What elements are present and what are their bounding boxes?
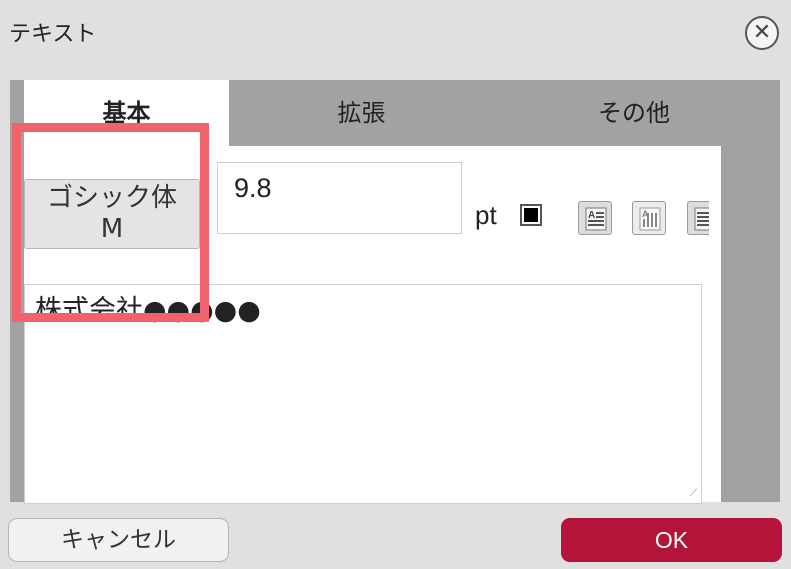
text-color-swatch[interactable] (520, 204, 542, 226)
align-text-icon[interactable] (687, 201, 709, 235)
font-weight-label: M (100, 214, 124, 244)
tab-content: ゴシック体 M 9.8 pt A A 株式会社●●●●● ⟋ (24, 146, 721, 504)
font-name-label: ゴシック体 (46, 183, 177, 213)
color-fill (524, 208, 538, 222)
font-select-button[interactable]: ゴシック体 M (24, 179, 200, 249)
dialog-title: テキスト (9, 22, 97, 47)
tab-panel: 基本 拡張 その他 ゴシック体 M 9.8 pt A A 株式会社●●●●● ⟋ (10, 80, 780, 504)
font-size-unit: pt (475, 200, 497, 230)
resize-handle-icon[interactable]: ⟋ (690, 489, 697, 499)
font-size-input[interactable]: 9.8 (217, 162, 462, 234)
text-content-textarea[interactable]: 株式会社●●●●● ⟋ (24, 284, 702, 504)
horizontal-text-icon[interactable]: A (578, 201, 612, 235)
close-icon[interactable]: ✕ (745, 16, 779, 50)
tab-basic[interactable]: 基本 (24, 80, 229, 146)
vertical-text-icon[interactable]: A (632, 201, 666, 235)
text-content: 株式会社●●●●● (35, 295, 261, 326)
cancel-button[interactable]: キャンセル (8, 518, 229, 562)
tab-extended[interactable]: 拡張 (229, 80, 494, 146)
tab-other[interactable]: その他 (494, 80, 774, 146)
ok-button[interactable]: OK (561, 518, 782, 562)
svg-text:A: A (588, 210, 595, 221)
